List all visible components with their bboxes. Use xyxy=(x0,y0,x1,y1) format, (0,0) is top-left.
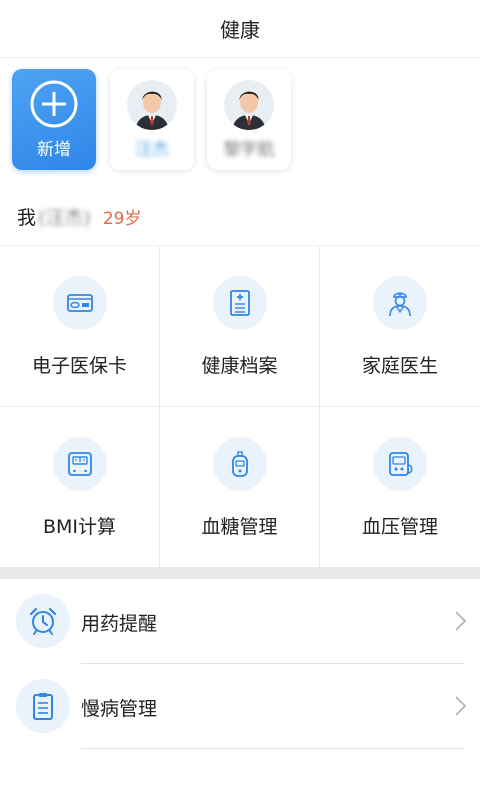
grid-item-label: 电子医保卡 xyxy=(31,355,127,377)
health-record-icon xyxy=(213,276,267,330)
doctor-icon xyxy=(373,276,427,330)
section-divider xyxy=(0,567,480,579)
chevron-right-icon xyxy=(455,696,467,716)
my-age: 29岁 xyxy=(102,208,142,229)
my-name: (汪杰) xyxy=(38,206,91,229)
chevron-right-icon xyxy=(455,611,467,631)
add-member-label: 新增 xyxy=(37,140,71,160)
grid-item-bmi[interactable]: BMI计算 xyxy=(0,407,160,568)
insurance-card-icon xyxy=(53,276,107,330)
grid-item-label: 健康档案 xyxy=(201,355,278,377)
grid-item-family-doctor[interactable]: 家庭医生 xyxy=(320,246,480,407)
me-label: 我 xyxy=(17,206,37,229)
header: 健康 xyxy=(0,0,480,58)
glucose-meter-icon xyxy=(213,437,267,491)
grid-item-glucose[interactable]: 血糖管理 xyxy=(160,407,320,568)
grid-item-health-record[interactable]: 健康档案 xyxy=(160,246,320,407)
my-profile-row[interactable]: 我 (汪杰) 29岁 xyxy=(17,196,480,236)
member-card[interactable]: 黎宇航 xyxy=(207,69,291,170)
grid-item-insurance-card[interactable]: 电子医保卡 xyxy=(0,246,160,407)
alarm-clock-icon xyxy=(16,594,70,648)
person-avatar-icon xyxy=(135,91,169,130)
blood-pressure-icon xyxy=(373,437,427,491)
person-avatar-icon xyxy=(232,91,266,130)
avatar xyxy=(224,80,274,130)
plus-circle-icon xyxy=(30,80,78,128)
clipboard-icon xyxy=(16,679,70,733)
page-title: 健康 xyxy=(220,18,260,42)
list-item-label: 用药提醒 xyxy=(81,613,158,635)
divider xyxy=(81,748,464,749)
scale-icon xyxy=(53,437,107,491)
grid-item-label: 家庭医生 xyxy=(361,355,438,377)
member-name: 黎宇航 xyxy=(223,140,275,160)
list-item-label: 慢病管理 xyxy=(81,698,158,720)
add-member-button[interactable]: 新增 xyxy=(12,69,96,170)
avatar xyxy=(127,80,177,130)
grid-item-label: 血压管理 xyxy=(361,516,438,538)
member-name: 汪杰 xyxy=(135,140,169,160)
grid-item-label: 血糖管理 xyxy=(201,516,278,538)
grid-item-blood-pressure[interactable]: 血压管理 xyxy=(320,407,480,568)
feature-grid: 电子医保卡 健康档案 家庭医生 BMI计算 血糖管理 血压管理 xyxy=(0,245,480,568)
list-item-chronic-disease[interactable]: 慢病管理 xyxy=(0,664,480,749)
list-item-medication-reminder[interactable]: 用药提醒 xyxy=(0,579,480,664)
member-card[interactable]: 汪杰 xyxy=(110,69,194,170)
grid-item-label: BMI计算 xyxy=(42,516,117,538)
